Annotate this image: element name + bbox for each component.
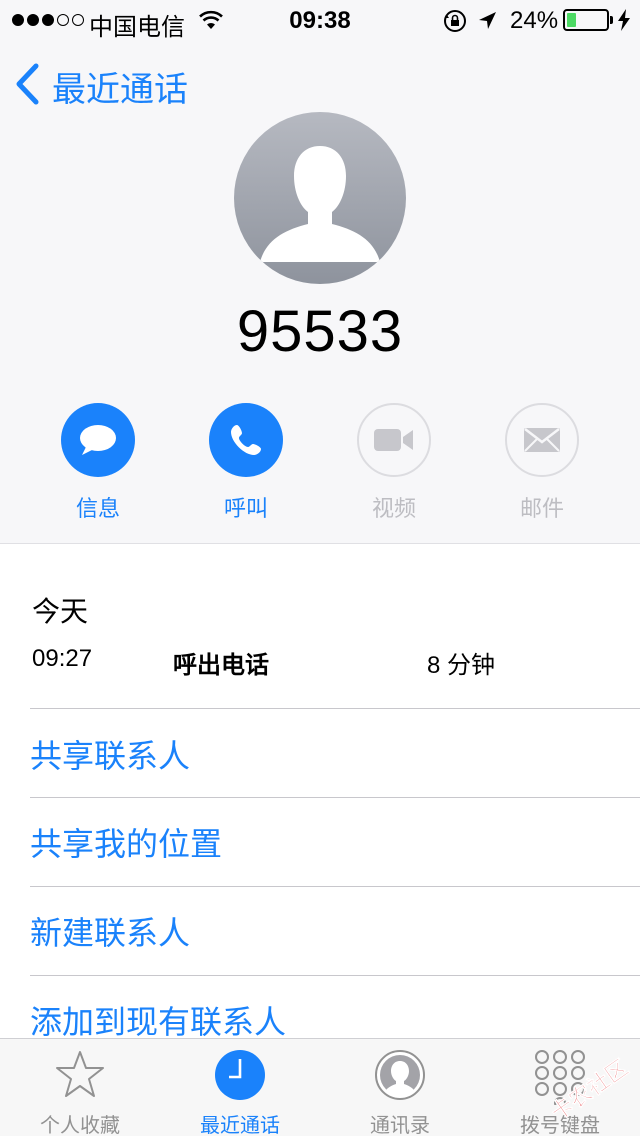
battery-level xyxy=(567,13,576,27)
contact-header: 中国电信 09:38 24% 最近通话 95533 信息 呼叫 视频 邮件 xyxy=(0,0,640,544)
contact-number: 95533 xyxy=(236,299,404,364)
new-contact-button[interactable]: 新建联系人 xyxy=(30,908,190,954)
call-label: 呼叫 xyxy=(223,496,268,521)
message-action[interactable]: 信息 xyxy=(43,403,153,523)
video-action: 视频 xyxy=(339,403,449,523)
battery-icon xyxy=(563,9,609,31)
battery-percent: 24% xyxy=(510,7,559,34)
watermark-text: 卡农社区 xyxy=(546,1055,632,1118)
location-arrow-icon xyxy=(477,10,497,38)
charging-icon xyxy=(617,9,631,38)
person-silhouette-icon xyxy=(260,146,380,262)
divider xyxy=(30,886,640,887)
watermark-logo: 卡农社区 xyxy=(538,1048,638,1126)
tab-label: 通讯录 xyxy=(370,1115,430,1136)
rotation-lock-icon xyxy=(443,9,467,40)
video-icon xyxy=(374,429,413,451)
call-time: 09:27 xyxy=(32,645,93,672)
mail-label: 邮件 xyxy=(519,496,564,521)
tab-label: 最近通话 xyxy=(200,1115,280,1136)
tab-label: 个人收藏 xyxy=(40,1115,120,1136)
video-label: 视频 xyxy=(371,496,416,521)
add-to-existing-contact-button[interactable]: 添加到现有联系人 xyxy=(30,997,286,1043)
video-button xyxy=(357,403,431,477)
mail-icon xyxy=(524,428,560,452)
call-type: 呼出电话 xyxy=(173,652,269,679)
tab-favorites[interactable]: 个人收藏 xyxy=(0,1039,160,1136)
share-location-button[interactable]: 共享我的位置 xyxy=(30,819,222,865)
message-icon xyxy=(80,425,116,455)
history-date: 今天 xyxy=(32,596,89,627)
divider xyxy=(30,797,640,798)
call-action[interactable]: 呼叫 xyxy=(191,403,301,523)
tab-recents[interactable]: 最近通话 xyxy=(160,1039,320,1136)
phone-icon xyxy=(231,425,261,455)
contact-avatar xyxy=(234,112,406,284)
back-button[interactable]: 最近通话 xyxy=(14,62,188,111)
share-contact-button[interactable]: 共享联系人 xyxy=(30,731,190,777)
back-label: 最近通话 xyxy=(52,71,188,109)
battery-tip xyxy=(610,16,613,24)
status-bar: 中国电信 09:38 24% xyxy=(0,0,640,41)
mail-button xyxy=(505,403,579,477)
mail-action: 邮件 xyxy=(487,403,597,523)
divider xyxy=(30,975,640,976)
chevron-left-icon xyxy=(14,63,40,110)
message-label: 信息 xyxy=(75,496,120,521)
contacts-icon xyxy=(374,1049,426,1106)
message-button[interactable] xyxy=(61,403,135,477)
tab-contacts[interactable]: 通讯录 xyxy=(320,1039,480,1136)
divider xyxy=(30,708,640,709)
call-duration: 8 分钟 xyxy=(427,652,496,679)
clock-icon xyxy=(214,1049,266,1106)
call-button[interactable] xyxy=(209,403,283,477)
star-icon xyxy=(53,1049,107,1106)
